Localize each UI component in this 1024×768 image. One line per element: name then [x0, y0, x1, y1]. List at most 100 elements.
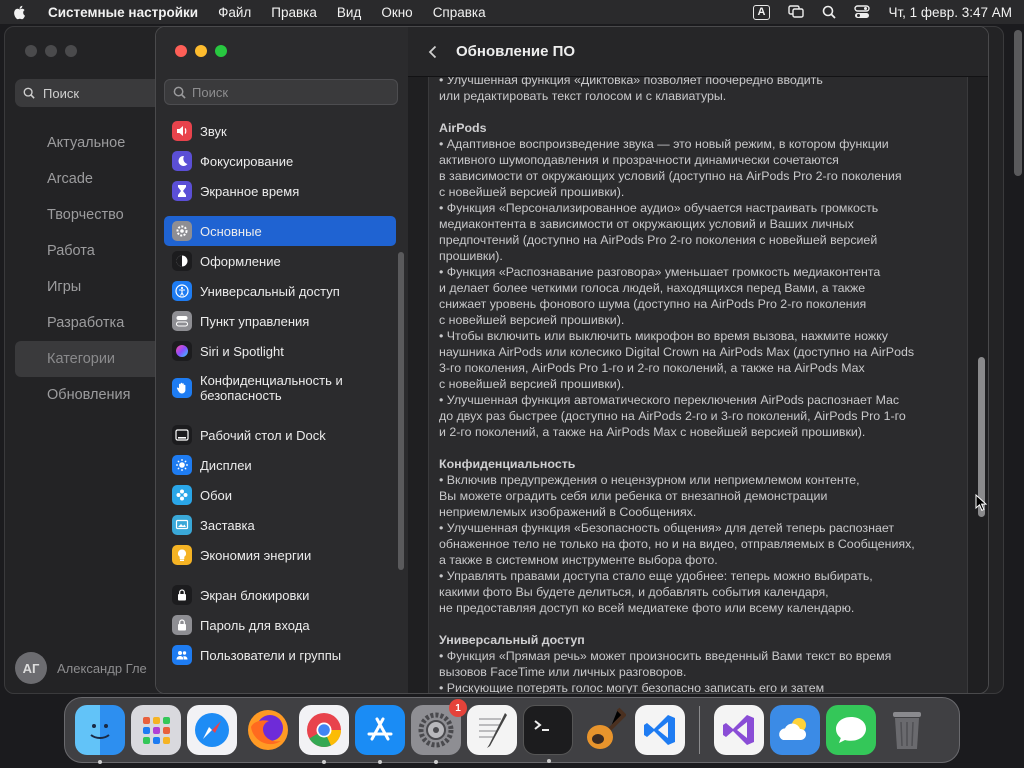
dock-terminal[interactable] — [523, 705, 573, 763]
siri-icon — [172, 341, 192, 361]
notes-intro: • Улучшенная функция «Диктовка» позволяе… — [439, 77, 823, 103]
bg-nav-item[interactable]: Arcade — [15, 161, 175, 197]
sidebar-item-screensaver[interactable]: Заставка — [164, 510, 396, 540]
content-toolbar: Обновление ПО — [408, 27, 988, 77]
dock-app-store[interactable] — [355, 705, 405, 764]
sidebar-item-label: Экранное время — [200, 183, 300, 199]
background-search-placeholder: Поиск — [43, 85, 80, 101]
sidebar-item-label: Пользователи и группы — [200, 647, 342, 663]
sun-icon — [172, 455, 192, 475]
sidebar-item-label: Универсальный доступ — [200, 283, 340, 299]
background-search-field[interactable]: Поиск — [15, 79, 165, 107]
sidebar-item-focus[interactable]: Фокусирование — [164, 146, 396, 176]
dock-garageband[interactable] — [579, 705, 629, 755]
sidebar-item-siri-spotlight[interactable]: Siri и Spotlight — [164, 336, 396, 366]
dock-trash[interactable] — [882, 705, 932, 755]
sidebar-item-lock-screen[interactable]: Экран блокировки — [164, 580, 396, 610]
sidebar-item-login-password[interactable]: Пароль для входа — [164, 610, 396, 640]
input-source-indicator[interactable]: A — [752, 4, 771, 20]
notes-scrollbar[interactable] — [978, 357, 985, 517]
menu-window[interactable]: Окно — [381, 5, 412, 20]
hourglass-icon — [172, 181, 192, 201]
bg-nav-item-selected[interactable]: Категории — [15, 341, 175, 377]
sidebar-item-label: Оформление — [200, 253, 281, 269]
menu-help[interactable]: Справка — [433, 5, 486, 20]
sidebar-item-displays[interactable]: Дисплеи — [164, 450, 396, 480]
apple-menu-icon[interactable] — [12, 4, 28, 20]
chrome-icon — [307, 713, 341, 747]
section-body: • Функция «Прямая речь» может произносит… — [439, 649, 892, 694]
dock-messages[interactable] — [826, 705, 876, 755]
menu-file[interactable]: Файл — [218, 5, 251, 20]
sidebar-item-label: Рабочий стол и Dock — [200, 427, 326, 443]
dock-finder[interactable] — [75, 705, 125, 764]
menu-view[interactable]: Вид — [337, 5, 361, 20]
zoom-button[interactable] — [215, 45, 227, 57]
textedit-icon — [479, 713, 507, 748]
menu-bar: Системные настройки Файл Правка Вид Окно… — [0, 0, 1024, 24]
dock-visual-studio[interactable] — [714, 705, 764, 755]
dock-textedit[interactable] — [467, 705, 517, 755]
bulb-icon — [172, 545, 192, 565]
sidebar-item-appearance[interactable]: Оформление — [164, 246, 396, 276]
trash-icon — [893, 712, 921, 749]
sidebar-item-label: Заставка — [200, 517, 255, 533]
sidebar-item-users-groups[interactable]: Пользователи и группы — [164, 640, 396, 670]
sidebar-item-general[interactable]: Основные — [164, 216, 396, 246]
dock-firefox[interactable] — [243, 705, 293, 755]
dock-weather[interactable] — [770, 705, 820, 755]
user-name: Александр Гле — [57, 660, 147, 676]
sidebar-item-accessibility[interactable]: Универсальный доступ — [164, 276, 396, 306]
search-icon[interactable] — [822, 5, 837, 19]
dock-icon — [172, 425, 192, 445]
menu-clock[interactable]: Чт, 1 февр. 3:47 AM — [888, 5, 1012, 20]
settings-content: Обновление ПО • Улучшенная функция «Дикт… — [408, 27, 988, 694]
dock-launchpad[interactable] — [131, 705, 181, 755]
speaker-icon — [172, 121, 192, 141]
users-icon — [172, 645, 192, 665]
sidebar-item-energy[interactable]: Экономия энергии — [164, 540, 396, 570]
background-window-controls — [25, 45, 77, 57]
avatar: АГ — [15, 652, 47, 684]
bg-nav-item[interactable]: Игры — [15, 269, 175, 305]
sidebar-item-label: Обои — [200, 487, 233, 503]
mouse-pointer-icon — [975, 494, 987, 511]
sidebar-scrollbar[interactable] — [398, 252, 404, 570]
minimize-button[interactable] — [195, 45, 207, 57]
bg-nav-item[interactable]: Творчество — [15, 197, 175, 233]
bg-nav-item[interactable]: Актуальное — [15, 125, 175, 161]
dock-vscode[interactable] — [635, 705, 685, 755]
sidebar-item-sound[interactable]: Звук — [164, 116, 396, 146]
menu-app-name[interactable]: Системные настройки — [48, 5, 198, 20]
background-user[interactable]: АГ Александр Гле — [15, 652, 147, 684]
back-chevron-icon[interactable] — [426, 45, 440, 59]
sidebar-item-privacy-security[interactable]: Конфиденциальность и безопасность — [164, 366, 396, 410]
screen-mirroring-icon[interactable] — [788, 5, 805, 19]
lock-icon — [172, 585, 192, 605]
safari-icon — [195, 713, 229, 747]
sidebar-search[interactable] — [164, 79, 398, 105]
dock-safari[interactable] — [187, 705, 237, 755]
search-input[interactable] — [192, 84, 372, 100]
sidebar-item-label: Основные — [200, 223, 262, 239]
dock-system-settings[interactable]: 1 — [411, 699, 467, 764]
bg-nav-item[interactable]: Обновления — [15, 377, 175, 413]
menu-edit[interactable]: Правка — [271, 5, 317, 20]
control-center-icon[interactable] — [854, 5, 871, 19]
sidebar-item-control-center[interactable]: Пункт управления — [164, 306, 396, 336]
sidebar-item-wallpaper[interactable]: Обои — [164, 480, 396, 510]
release-notes-panel[interactable]: • Улучшенная функция «Диктовка» позволяе… — [428, 77, 968, 694]
bg-nav-item[interactable]: Работа — [15, 233, 175, 269]
bg-nav-item[interactable]: Разработка — [15, 305, 175, 341]
dock-chrome[interactable] — [299, 705, 349, 764]
sidebar-item-screen-time[interactable]: Экранное время — [164, 176, 396, 206]
launchpad-icon — [143, 717, 170, 744]
close-button[interactable] — [175, 45, 187, 57]
visual-studio-icon — [723, 715, 754, 745]
sidebar-item-desktop-dock[interactable]: Рабочий стол и Dock — [164, 420, 396, 450]
background-nav: Актуальное Arcade Творчество Работа Игры… — [15, 125, 175, 413]
background-scrollbar[interactable] — [1014, 30, 1022, 176]
dock: 1 — [64, 697, 960, 764]
sidebar-item-label: Экран блокировки — [200, 587, 310, 603]
system-settings-window: Звук Фокусирование Экранное время Основн… — [155, 26, 989, 694]
